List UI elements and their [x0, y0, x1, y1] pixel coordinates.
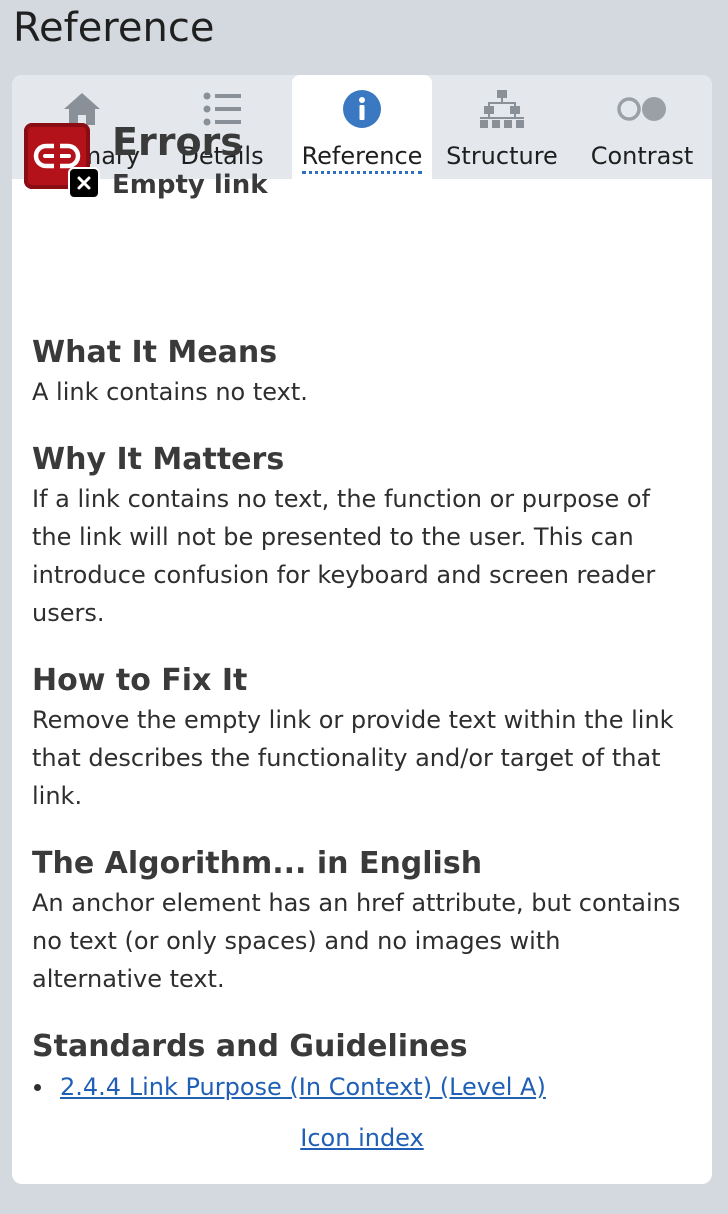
section-heading: Why It Matters: [32, 442, 285, 477]
standard-link[interactable]: 2.4.4 Link Purpose (In Context) (Level A…: [60, 1073, 546, 1101]
list-item: 2.4.4 Link Purpose (In Context) (Level A…: [32, 1069, 692, 1105]
reference-panel: Summary Details: [12, 75, 712, 1184]
section-text: If a link contains no text, the function…: [32, 485, 656, 627]
section-text: An anchor element has an href attribute,…: [32, 889, 681, 993]
section-standards: Standards and Guidelines 2.4.4 Link Purp…: [32, 1029, 692, 1105]
section-heading: How to Fix It: [32, 663, 248, 698]
section-heading: Standards and Guidelines: [32, 1029, 468, 1064]
broken-link-icon: [24, 123, 100, 199]
standards-list: 2.4.4 Link Purpose (In Context) (Level A…: [32, 1069, 692, 1105]
section-algorithm: The Algorithm... in English An anchor el…: [32, 846, 692, 998]
icon-index-link[interactable]: Icon index: [300, 1124, 423, 1152]
error-name: Empty link: [112, 170, 268, 200]
error-header: Errors Empty link: [24, 119, 644, 209]
close-icon: [68, 167, 100, 199]
section-text: Remove the empty link or provide text wi…: [32, 706, 674, 810]
section-what-it-means: What It Means A link contains no text.: [32, 335, 692, 411]
section-heading: What It Means: [32, 335, 278, 370]
section-why-it-matters: Why It Matters If a link contains no tex…: [32, 442, 692, 632]
panel-title: Reference: [13, 5, 215, 51]
section-text: A link contains no text.: [32, 378, 308, 406]
section-how-to-fix: How to Fix It Remove the empty link or p…: [32, 663, 692, 815]
error-category: Errors: [112, 120, 243, 164]
section-heading: The Algorithm... in English: [32, 846, 483, 881]
